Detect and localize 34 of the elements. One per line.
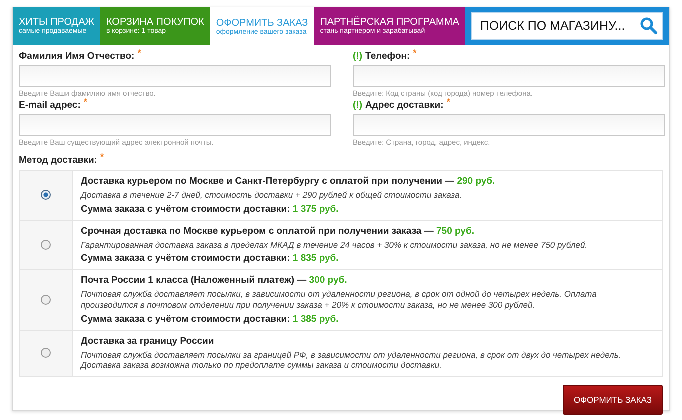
radio-button[interactable] [41,240,51,250]
order-total: Сумма заказа с учётом стоимости доставки: 1 385 руб. [81,314,340,324]
option-title: Срочная доставка по Москве курьером с оплатой при получении заказа — 750 руб. [81,226,476,237]
field-label: Телефон: [366,51,410,62]
search-icon[interactable] [640,17,658,35]
option-title: Доставка курьером по Москве и Санкт-Петербургу с оплатой при получении — 290 руб. [81,176,496,187]
option-title: Доставка за границу России [81,336,216,346]
required-mark: * [413,48,417,59]
required-mark: * [446,97,450,108]
field-label: E-mail адрес: [19,100,81,111]
option-description: Почтовая служба доставляет посылки за границей РФ, в зависимости от удаленности региона, в срок от двух до четырех недель. Доставка заказа возможна только по предоплате суммы заказа и стоимости доставки. [81,350,622,371]
submit-button[interactable]: ОФОРМИТЬ ЗАКАЗ [562,384,663,415]
input-field[interactable] [19,114,331,136]
field-label: Метод доставки: [19,155,98,166]
field-label: Адрес доставки: [366,100,444,111]
required-mark: * [84,97,88,108]
option-description: Гарантированная доставка заказа в пределах МКАД в течение 24 часов + 30% к стоимости заказа, но не менее 750 рублей. [81,240,588,250]
input-field[interactable] [353,114,665,136]
option-description: Доставка в течение 2-7 дней, стоимость доставки + 290 рублей к общей стоимости заказа. [81,190,464,201]
input-field[interactable] [19,65,331,87]
required-mark: * [100,152,104,163]
important-mark: (!) [353,100,362,111]
radio-button[interactable] [41,348,51,358]
order-total: Сумма заказа с учётом стоимости доставки: 1 835 руб. [81,253,340,264]
option-description: Почтовая служба доставляет посылки, в зависимости от удаленности региона, в срок от одной до четырех недель. Оплата производится в почтовом отделении при получении заказа + 20% к стоимости заказа, но не менее 300 рублей. [81,289,598,310]
field-label: Фамилия Имя Отчество: [19,51,135,62]
order-total: Сумма заказа с учётом стоимости доставки: 1 375 руб. [81,204,340,215]
important-mark: (!) [353,51,362,62]
radio-button[interactable] [41,190,51,200]
radio-button[interactable] [41,294,51,305]
search-field[interactable]: ПОИСК ПО МАГАЗИНУ... [471,12,663,40]
option-title: Почта России 1 класса (Наложенный платеж) — 300 руб. [81,275,348,286]
input-field[interactable] [353,65,665,87]
required-mark: * [138,48,142,59]
